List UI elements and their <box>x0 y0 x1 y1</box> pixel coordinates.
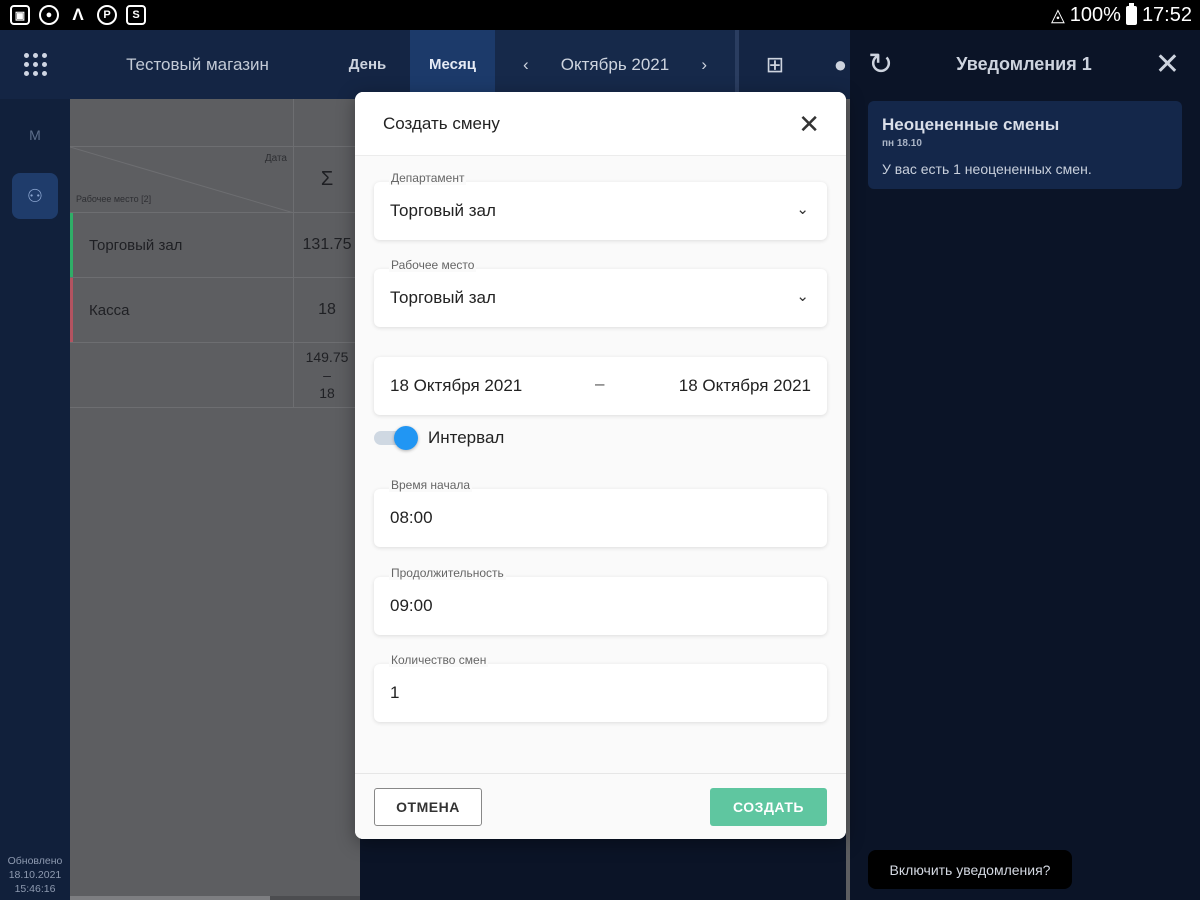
schedule-table: Дата Рабочее место [2] Σ Торговый зал 13… <box>70 99 360 900</box>
wifi-icon: ◬ <box>1050 4 1065 25</box>
location-icon: P <box>97 5 117 25</box>
rail-initial: М <box>29 127 41 143</box>
table-row[interactable]: Касса 18 <box>70 278 360 343</box>
row-name: Касса <box>70 278 294 342</box>
total-values: 149.75 – 18 <box>294 343 360 407</box>
apps-grid-icon[interactable] <box>0 30 70 99</box>
duration-field[interactable]: Продолжительность 09:00 <box>374 566 827 635</box>
close-icon[interactable]: ✕ <box>798 111 820 137</box>
department-select[interactable]: Департамент Торговый зал ⌄ <box>374 171 827 240</box>
row-sum: 18 <box>318 301 336 318</box>
tab-month[interactable]: Месяц <box>410 30 495 99</box>
shift-count-field[interactable]: Количество смен 1 <box>374 653 827 722</box>
total-bottom: 18 <box>319 385 335 401</box>
status-icons: ▣ ● Λ P S <box>10 5 146 25</box>
total-sep: – <box>323 367 331 383</box>
app-store-icon: S <box>126 5 146 25</box>
duration-label: Продолжительность <box>389 566 506 580</box>
duration-value: 09:00 <box>390 596 433 615</box>
left-rail: М ⚇ Обновлено 18.10.2021 15:46:16 <box>0 99 70 900</box>
notifications-title: Уведомления 1 <box>956 54 1092 74</box>
date-to[interactable]: 18 Октября 2021 <box>679 376 811 396</box>
row-name: Торговый зал <box>70 213 294 277</box>
updated-date: 18.10.2021 <box>8 869 62 881</box>
notification-title: Неоцененные смены <box>882 115 1060 134</box>
horizontal-scrollbar[interactable] <box>70 896 360 900</box>
close-icon[interactable]: ✕ <box>1155 47 1180 82</box>
total-row: 149.75 – 18 <box>70 343 360 408</box>
total-top: 149.75 <box>305 349 349 365</box>
notification-card[interactable]: Неоцененные смены пн 18.10 У вас есть 1 … <box>868 101 1182 189</box>
battery-percent: 100% <box>1069 3 1121 26</box>
notification-text: У вас есть 1 неоцененных смен. <box>882 161 1092 177</box>
dialog-footer: ОТМЕНА СОЗДАТЬ <box>355 773 846 839</box>
date-axis-label: Дата <box>264 153 287 164</box>
department-value: Торговый зал <box>390 201 496 220</box>
start-time-field[interactable]: Время начала 08:00 <box>374 478 827 547</box>
chevron-down-icon: ⌄ <box>796 288 809 305</box>
workplace-label: Рабочее место <box>389 258 477 272</box>
updated-label: Обновлено <box>7 855 63 867</box>
date-range-field[interactable]: 18 Октября 2021 – 18 Октября 2021 <box>374 357 827 415</box>
workplace-select[interactable]: Рабочее место Торговый зал ⌄ <box>374 258 827 327</box>
date-from[interactable]: 18 Октября 2021 <box>390 376 522 396</box>
battery-icon <box>1125 2 1137 25</box>
clock: 17:52 <box>1141 3 1192 26</box>
shift-count-value: 1 <box>390 683 400 702</box>
enable-notifications-button[interactable]: Включить уведомления? <box>868 850 1072 889</box>
row-sum: 131.75 <box>302 236 352 253</box>
add-widget-icon[interactable]: ⊞ <box>739 30 811 99</box>
refresh-icon[interactable]: ↻ <box>868 47 893 82</box>
period-label: Октябрь 2021 <box>560 54 670 74</box>
sum-column-header: Σ <box>320 168 334 190</box>
period-navigator: ‹ Октябрь 2021 › <box>495 30 735 99</box>
last-updated: Обновлено 18.10.2021 15:46:16 <box>0 854 70 896</box>
app-bar: Тестовый магазин День Месяц ‹ Октябрь 20… <box>0 30 850 99</box>
create-button[interactable]: СОЗДАТЬ <box>710 788 827 826</box>
start-time-label: Время начала <box>389 478 473 492</box>
start-time-value: 08:00 <box>390 508 433 527</box>
status-bar: ▣ ● Λ P S ◬ 100% 17:52 <box>0 0 1200 30</box>
app-icon: Λ <box>72 5 84 24</box>
workplace-axis-label: Рабочее место [2] <box>76 194 152 204</box>
create-shift-dialog: Создать смену ✕ Департамент Торговый зал… <box>355 92 846 839</box>
cancel-button[interactable]: ОТМЕНА <box>374 788 482 826</box>
prev-period-icon[interactable]: ‹ <box>523 55 529 75</box>
interval-toggle[interactable] <box>374 426 418 450</box>
department-label: Департамент <box>389 171 467 185</box>
chrome-icon: ● <box>39 5 59 25</box>
workplace-value: Торговый зал <box>390 288 496 307</box>
shift-count-label: Количество смен <box>389 653 489 667</box>
notification-date: пн 18.10 <box>882 138 922 149</box>
next-period-icon[interactable]: › <box>701 55 707 75</box>
table-corner-header: Дата Рабочее место [2] <box>70 147 294 212</box>
notifications-panel: ↻ Уведомления 1 ✕ Неоцененные смены пн 1… <box>850 30 1200 900</box>
dialog-title: Создать смену <box>383 113 500 133</box>
date-separator: – <box>595 374 605 393</box>
table-row[interactable]: Торговый зал 131.75 <box>70 213 360 278</box>
tab-day[interactable]: День <box>325 30 410 99</box>
store-name[interactable]: Тестовый магазин <box>70 55 325 75</box>
gallery-icon: ▣ <box>10 5 30 25</box>
chevron-down-icon: ⌄ <box>796 201 809 218</box>
user-icon[interactable]: ● <box>811 30 847 99</box>
staff-icon[interactable]: ⚇ <box>12 173 58 219</box>
interval-label: Интервал <box>428 428 505 447</box>
updated-time: 15:46:16 <box>14 883 56 895</box>
